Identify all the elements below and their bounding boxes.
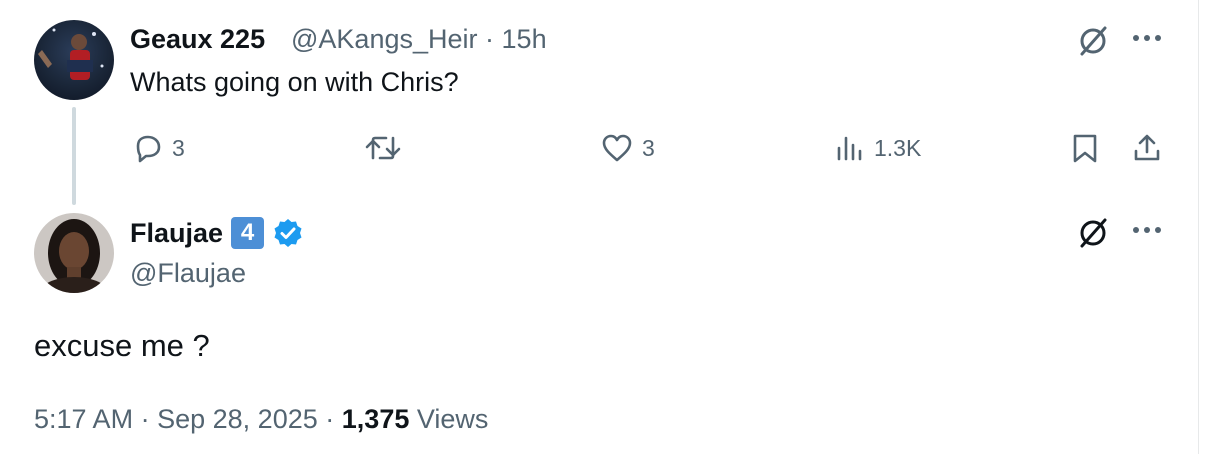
retweet-button[interactable] <box>364 132 410 164</box>
reply-handle-time: @AKangs_Heir · 15h <box>291 24 547 55</box>
tweet-author: Flaujae 4 <box>130 217 304 249</box>
views-icon <box>837 136 862 161</box>
tweet-meta: 5:17 AM · Sep 28, 2025 · 1,375 Views <box>34 404 488 435</box>
grok-icon <box>1080 218 1107 248</box>
share-button[interactable] <box>1131 132 1163 164</box>
tweet-time[interactable]: 5:17 AM <box>34 404 133 434</box>
like-icon <box>602 134 632 162</box>
avatar[interactable] <box>34 20 114 100</box>
retweet-icon <box>365 136 401 160</box>
bookmark-button[interactable] <box>1071 132 1099 164</box>
verified-icon[interactable] <box>272 217 304 249</box>
like-count: 3 <box>642 134 655 161</box>
separator: · <box>485 24 495 54</box>
more-icon <box>1133 227 1161 233</box>
grok-icon <box>1080 26 1107 56</box>
tweet-handle[interactable]: @Flaujae <box>130 258 246 289</box>
tweet-views-count: 1,375 <box>341 404 410 434</box>
reply-text: Whats going on with Chris? <box>130 67 459 97</box>
more-button[interactable] <box>1131 220 1163 245</box>
more-button[interactable] <box>1131 28 1163 53</box>
bookmark-icon <box>1073 134 1097 163</box>
reply-time[interactable]: 15h <box>502 24 547 54</box>
tweet-views-label: Views <box>416 404 489 434</box>
grok-button[interactable] <box>1076 24 1110 63</box>
avatar[interactable] <box>34 213 114 293</box>
thread-line <box>72 107 76 205</box>
views-count: 1.3K <box>874 134 922 161</box>
reply-handle[interactable]: @AKangs_Heir <box>291 24 478 54</box>
reply-count: 3 <box>172 134 185 161</box>
tweet-display-name[interactable]: Flaujae <box>130 218 223 249</box>
views-button[interactable]: 1.3K <box>836 132 921 164</box>
grok-button[interactable] <box>1076 216 1110 255</box>
tweet-text: excuse me ? <box>34 328 210 363</box>
reply-display-name[interactable]: Geaux 225 <box>130 24 265 55</box>
share-icon <box>1134 134 1160 161</box>
separator: · <box>140 404 150 434</box>
more-icon <box>1133 35 1161 41</box>
reply-button[interactable]: 3 <box>132 132 185 164</box>
number-badge: 4 <box>231 217 265 249</box>
separator: · <box>325 404 335 434</box>
tweet-thread: Geaux 225 @AKangs_Heir · 15h Whats going… <box>0 0 1199 454</box>
tweet-date[interactable]: Sep 28, 2025 <box>157 404 318 434</box>
reply-icon <box>136 135 161 163</box>
like-button[interactable]: 3 <box>600 132 655 164</box>
